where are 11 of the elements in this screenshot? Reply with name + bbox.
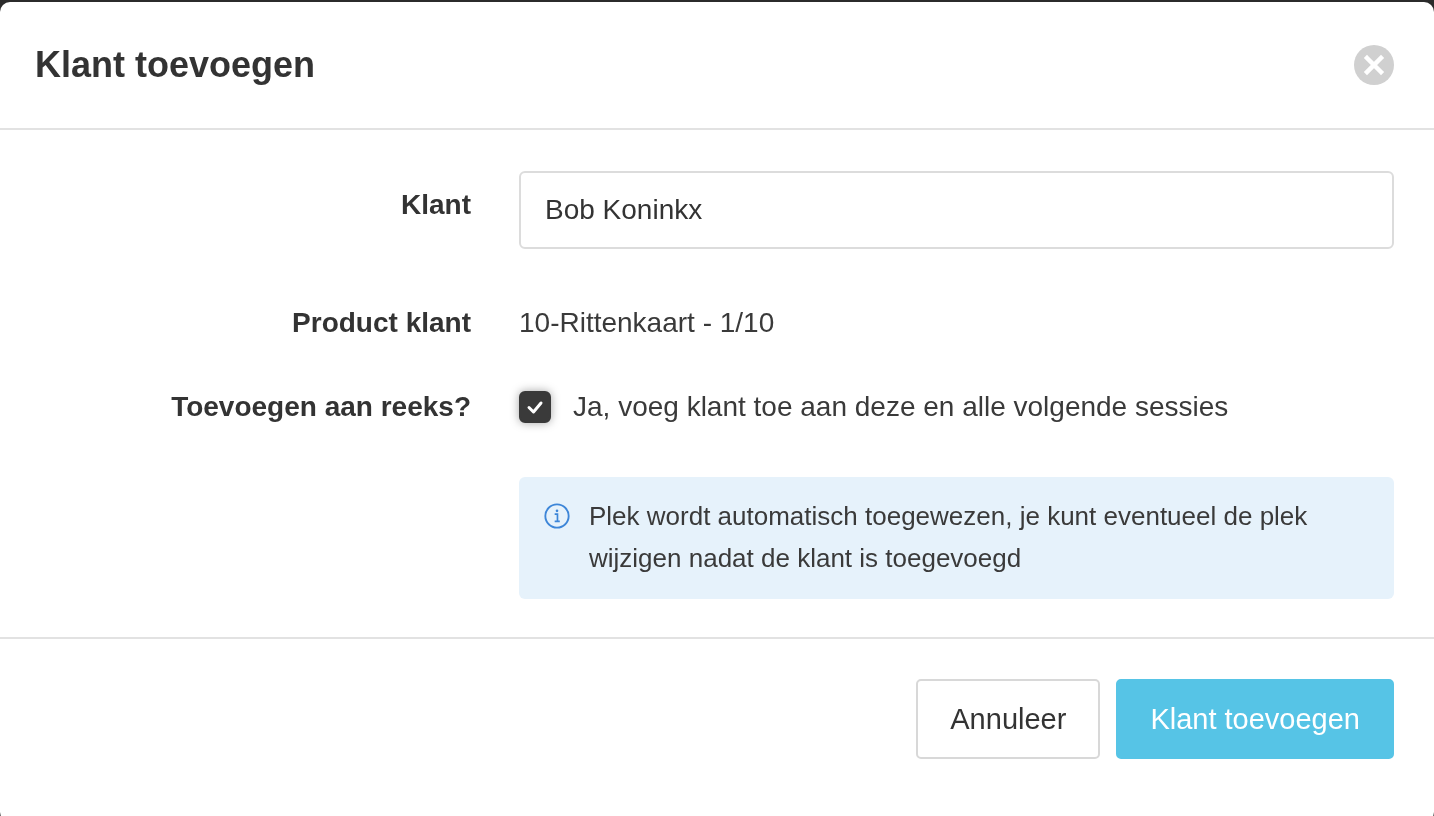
checkbox-label[interactable]: Ja, voeg klant toe aan deze en alle volgende sessies bbox=[573, 391, 1229, 423]
cancel-button[interactable]: Annuleer bbox=[916, 679, 1101, 759]
field-value: 10-Rittenkaart - 1/10 bbox=[519, 307, 775, 338]
info-text: Plek wordt automatisch toegewezen, je kunt eventueel de plek wijzigen nadat de klant is toegevoegd bbox=[589, 500, 1309, 575]
field-label: Toevoegen aan reeks? bbox=[170, 391, 471, 423]
info-icon bbox=[543, 502, 571, 530]
field-label: Klant bbox=[400, 188, 471, 222]
input-field[interactable]: Bob Koninkx bbox=[519, 171, 1394, 249]
checkbox[interactable] bbox=[519, 391, 551, 423]
field-label: Product klant bbox=[291, 307, 471, 339]
dialog-title: Klant toevoegen bbox=[35, 44, 316, 86]
